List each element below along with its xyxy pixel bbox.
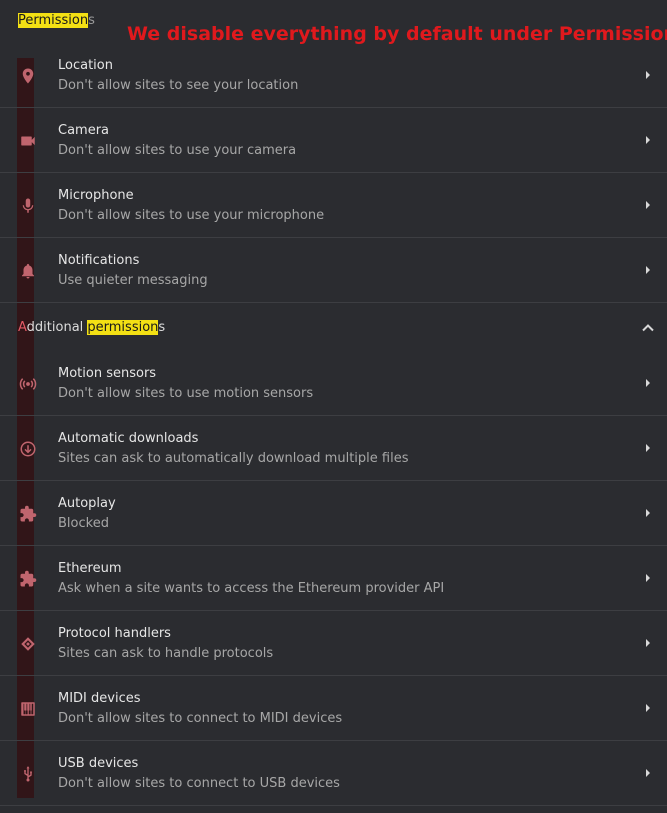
permission-title: Protocol handlers	[58, 626, 171, 641]
permission-title: USB devices	[58, 756, 139, 771]
permission-subtitle: Sites can ask to automatically download …	[58, 451, 409, 466]
permission-title: Motion sensors	[58, 366, 157, 381]
protocol-handler-icon	[18, 634, 38, 654]
permission-row-usb-devices[interactable]: USB devices Don't allow sites to connect…	[0, 742, 667, 806]
chevron-right-icon	[644, 767, 652, 779]
permission-row-notifications[interactable]: Notifications Use quieter messaging	[0, 239, 667, 303]
permission-title: Automatic downloads	[58, 431, 199, 446]
location-pin-icon	[18, 66, 38, 86]
permission-title: Location	[58, 58, 113, 73]
puzzle-icon	[18, 569, 38, 589]
chevron-right-icon	[644, 507, 652, 519]
permission-subtitle: Don't allow sites to see your location	[58, 78, 299, 93]
additional-permissions-label: Additional permissions	[18, 318, 165, 338]
permission-title: Ethereum	[58, 561, 122, 576]
chevron-right-icon	[644, 572, 652, 584]
label-first-letter: A	[18, 320, 27, 335]
permission-row-autoplay[interactable]: Autoplay Blocked	[0, 482, 667, 546]
bell-icon	[18, 261, 38, 281]
download-icon	[18, 439, 38, 459]
permissions-section-title: Permissions	[18, 11, 95, 31]
permission-subtitle: Don't allow sites to connect to USB devi…	[58, 776, 340, 791]
permission-title: MIDI devices	[58, 691, 141, 706]
permission-row-ethereum[interactable]: Ethereum Ask when a site wants to access…	[0, 547, 667, 611]
permission-subtitle: Ask when a site wants to access the Ethe…	[58, 581, 445, 596]
usb-icon	[18, 764, 38, 784]
midi-piano-icon	[18, 699, 38, 719]
permissions-page: Permissions We disable everything by def…	[0, 0, 667, 813]
permission-subtitle: Don't allow sites to use your microphone	[58, 208, 325, 223]
permission-title: Camera	[58, 123, 110, 138]
additional-permissions-toggle[interactable]: Additional permissions	[0, 306, 667, 350]
chevron-right-icon	[644, 134, 652, 146]
permission-subtitle: Don't allow sites to use motion sensors	[58, 386, 314, 401]
label-middle: dditional	[26, 320, 88, 335]
chevron-right-icon	[644, 377, 652, 389]
permission-row-location[interactable]: Location Don't allow sites to see your l…	[0, 44, 667, 108]
permission-title: Autoplay	[58, 496, 116, 511]
permission-row-midi-devices[interactable]: MIDI devices Don't allow sites to connec…	[0, 677, 667, 741]
section-title-suffix: s	[88, 13, 95, 28]
permission-subtitle: Use quieter messaging	[58, 273, 208, 288]
permission-subtitle: Don't allow sites to connect to MIDI dev…	[58, 711, 343, 726]
camera-icon	[18, 131, 38, 151]
chevron-right-icon	[644, 264, 652, 276]
permission-row-microphone[interactable]: Microphone Don't allow sites to use your…	[0, 174, 667, 238]
permission-subtitle: Sites can ask to handle protocols	[58, 646, 274, 661]
permission-row-motion-sensors[interactable]: Motion sensors Don't allow sites to use …	[0, 352, 667, 416]
permission-row-protocol-handlers[interactable]: Protocol handlers Sites can ask to handl…	[0, 612, 667, 676]
microphone-icon	[18, 196, 38, 216]
permission-row-automatic-downloads[interactable]: Automatic downloads Sites can ask to aut…	[0, 417, 667, 481]
chevron-right-icon	[644, 69, 652, 81]
label-suffix: s	[158, 320, 166, 335]
permission-subtitle: Don't allow sites to use your camera	[58, 143, 297, 158]
chevron-up-icon	[641, 321, 655, 335]
permission-title: Microphone	[58, 188, 134, 203]
chevron-right-icon	[644, 199, 652, 211]
chevron-right-icon	[644, 637, 652, 649]
search-highlight: Permission	[18, 13, 89, 28]
permission-subtitle: Blocked	[58, 516, 109, 531]
permission-title: Notifications	[58, 253, 140, 268]
chevron-right-icon	[644, 442, 652, 454]
puzzle-icon	[18, 504, 38, 524]
chevron-right-icon	[644, 702, 652, 714]
permission-row-camera[interactable]: Camera Don't allow sites to use your cam…	[0, 109, 667, 173]
search-highlight: permission	[87, 320, 159, 335]
motion-sensor-icon	[18, 374, 38, 394]
